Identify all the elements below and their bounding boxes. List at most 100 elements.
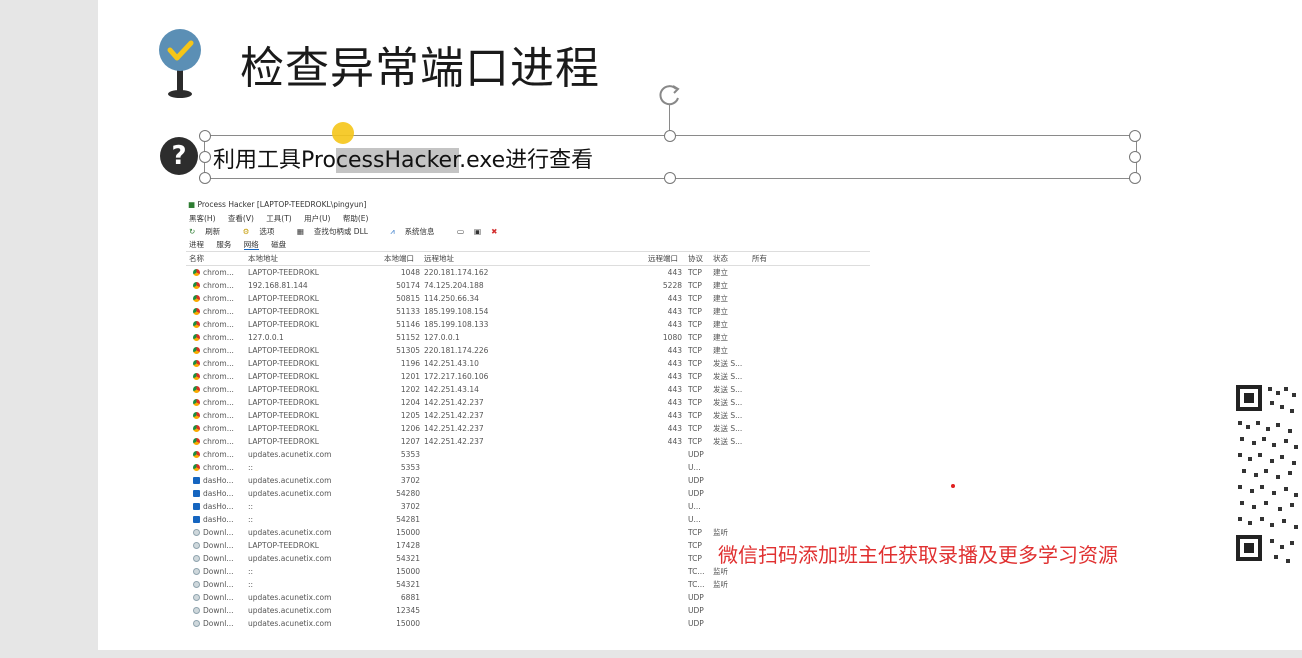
- resize-handle-bm[interactable]: [664, 172, 676, 184]
- cell-local-address: LAPTOP-TEEDROKL: [248, 437, 319, 446]
- table-row[interactable]: chrom... LAPTOP-TEEDROKL 1204 142.251.42.23…: [186, 396, 870, 409]
- tab-network[interactable]: 网络: [243, 240, 259, 250]
- cell-protocol: U...: [688, 502, 701, 511]
- table-row[interactable]: chrom... LAPTOP-TEEDROKL 1205 142.251.42.23…: [186, 409, 870, 422]
- table-row[interactable]: chrom... LAPTOP-TEEDROKL 1201 172.217.160.1…: [186, 370, 870, 383]
- window-icon[interactable]: ▭: [457, 227, 464, 236]
- table-row[interactable]: chrom... updates.acunetix.com 5353 UDP: [186, 448, 870, 461]
- cell-local-address: LAPTOP-TEEDROKL: [248, 411, 319, 420]
- cell-local-address: updates.acunetix.com: [248, 528, 332, 537]
- slide-subtitle[interactable]: 利用工具ProcessHacker.exe进行查看: [213, 142, 593, 174]
- col-local-address[interactable]: 本地地址: [248, 252, 278, 265]
- resize-handle-mr[interactable]: [1129, 151, 1141, 163]
- menu-hacker[interactable]: 黑客(H): [189, 214, 216, 223]
- table-row[interactable]: chrom... LAPTOP-TEEDROKL 51146 185.199.108.…: [186, 318, 870, 331]
- download-process-icon: [193, 620, 200, 627]
- cell-remote-address: 142.251.43.14: [424, 385, 479, 394]
- table-row[interactable]: Downl... updates.acunetix.com 6881 UDP: [186, 591, 870, 604]
- cell-protocol: UDP: [688, 489, 704, 498]
- resize-handle-br[interactable]: [1129, 172, 1141, 184]
- cell-state: 发送 S...: [713, 398, 743, 407]
- cell-name: Downl...: [203, 554, 234, 563]
- table-row[interactable]: chrom... LAPTOP-TEEDROKL 51305 220.181.174.…: [186, 344, 870, 357]
- table-row[interactable]: Downl... updates.acunetix.com 15000 UDP: [186, 617, 870, 630]
- col-owner[interactable]: 所有: [752, 252, 767, 265]
- cell-local-address: LAPTOP-TEEDROKL: [248, 541, 319, 550]
- cell-local-address: LAPTOP-TEEDROKL: [248, 346, 319, 355]
- cell-local-address: updates.acunetix.com: [248, 476, 332, 485]
- system-info-button[interactable]: ⩘ 系统信息: [390, 227, 444, 236]
- table-row[interactable]: dasHo...:: 3702 U...: [186, 500, 870, 513]
- find-handles-button[interactable]: ▦ 查找句柄或 DLL: [297, 227, 378, 236]
- menu-users[interactable]: 用户(U): [304, 214, 330, 223]
- cell-local-address: LAPTOP-TEEDROKL: [248, 372, 319, 381]
- cell-state: 发送 S...: [713, 437, 743, 446]
- cell-remote-address: 172.217.160.106: [424, 372, 489, 381]
- cell-local-port: 6881: [400, 593, 420, 602]
- resize-handle-tl[interactable]: [199, 130, 211, 142]
- cell-protocol: TCP: [688, 333, 702, 342]
- cell-local-port: 1202: [400, 385, 420, 394]
- process-hacker-window: ■ Process Hacker [LAPTOP-TEEDROKL\pingyu…: [186, 198, 870, 634]
- tab-disk[interactable]: 磁盘: [271, 240, 286, 249]
- cell-state: 建立: [713, 333, 728, 342]
- table-row[interactable]: chrom... LAPTOP-TEEDROKL 1206 142.251.42.23…: [186, 422, 870, 435]
- close-icon[interactable]: ✖: [491, 227, 497, 236]
- cell-remote-address: 142.251.42.237: [424, 437, 484, 446]
- cell-protocol: TCP: [688, 268, 702, 277]
- resize-handle-tm[interactable]: [664, 130, 676, 142]
- cell-remote-port: 5228: [662, 281, 682, 290]
- table-row[interactable]: chrom... LAPTOP-TEEDROKL 1196 142.251.43.10…: [186, 357, 870, 370]
- cell-name: Downl...: [203, 606, 234, 615]
- cell-local-address: ::: [248, 567, 254, 576]
- menu-tools[interactable]: 工具(T): [266, 214, 291, 223]
- cell-local-address: 192.168.81.144: [248, 281, 308, 290]
- resize-handle-tr[interactable]: [1129, 130, 1141, 142]
- cell-remote-address: 74.125.204.188: [424, 281, 484, 290]
- resize-handle-ml[interactable]: [199, 151, 211, 163]
- resize-handle-bl[interactable]: [199, 172, 211, 184]
- table-row[interactable]: Downl...:: 54321 TC... 监听: [186, 578, 870, 591]
- cell-protocol: TCP: [688, 398, 702, 407]
- table-row[interactable]: chrom... LAPTOP-TEEDROKL 1207 142.251.42.23…: [186, 435, 870, 448]
- table-row[interactable]: dasHo... updates.acunetix.com 3702 UDP: [186, 474, 870, 487]
- table-row[interactable]: Downl... updates.acunetix.com 12345 UDP: [186, 604, 870, 617]
- cell-local-address: ::: [248, 580, 254, 589]
- table-row[interactable]: dasHo...:: 54281 U...: [186, 513, 870, 526]
- col-state[interactable]: 状态: [713, 252, 728, 265]
- table-row[interactable]: chrom... 127.0.0.1 51152 127.0.0.1 1080 TCP 建立: [186, 331, 870, 344]
- refresh-button[interactable]: ↻ 刷新: [189, 227, 230, 236]
- minimize-icon[interactable]: ▣: [474, 227, 481, 236]
- cell-remote-port: 443: [667, 320, 682, 329]
- col-local-port[interactable]: 本地端口: [384, 252, 414, 265]
- cell-state: 发送 S...: [713, 424, 743, 433]
- pointer-dot: [951, 484, 955, 488]
- cell-local-port: 1048: [400, 268, 420, 277]
- col-name[interactable]: 名称: [189, 252, 204, 265]
- menu-bar: 黑客(H) 查看(V) 工具(T) 用户(U) 帮助(E): [186, 212, 870, 225]
- menu-view[interactable]: 查看(V): [228, 214, 254, 223]
- col-remote-port[interactable]: 远程端口: [648, 252, 678, 265]
- chrome-process-icon: [193, 386, 200, 393]
- cell-state: 发送 S...: [713, 359, 743, 368]
- cell-local-address: LAPTOP-TEEDROKL: [248, 294, 319, 303]
- cell-local-address: updates.acunetix.com: [248, 606, 332, 615]
- table-row[interactable]: chrom... 192.168.81.144 50174 74.125.204.18…: [186, 279, 870, 292]
- table-row[interactable]: Downl... updates.acunetix.com 15000 TCP 监听: [186, 526, 870, 539]
- col-protocol[interactable]: 协议: [688, 252, 703, 265]
- chrome-process-icon: [193, 321, 200, 328]
- cell-state: 发送 S...: [713, 385, 743, 394]
- cell-local-port: 12345: [396, 606, 420, 615]
- table-row[interactable]: chrom... LAPTOP-TEEDROKL 51133 185.199.108.…: [186, 305, 870, 318]
- table-row[interactable]: chrom... LAPTOP-TEEDROKL 1048 220.181.174.1…: [186, 266, 870, 279]
- table-row[interactable]: chrom...:: 5353 U...: [186, 461, 870, 474]
- table-row[interactable]: dasHo... updates.acunetix.com 54280 UDP: [186, 487, 870, 500]
- menu-help[interactable]: 帮助(E): [343, 214, 369, 223]
- col-remote-address[interactable]: 远程地址: [424, 252, 454, 265]
- table-row[interactable]: chrom... LAPTOP-TEEDROKL 50815 114.250.66.3…: [186, 292, 870, 305]
- table-row[interactable]: chrom... LAPTOP-TEEDROKL 1202 142.251.43.14…: [186, 383, 870, 396]
- options-button[interactable]: ⚙ 选项: [243, 227, 285, 236]
- download-process-icon: [193, 594, 200, 601]
- tab-services[interactable]: 服务: [216, 240, 231, 249]
- tab-processes[interactable]: 进程: [189, 240, 204, 249]
